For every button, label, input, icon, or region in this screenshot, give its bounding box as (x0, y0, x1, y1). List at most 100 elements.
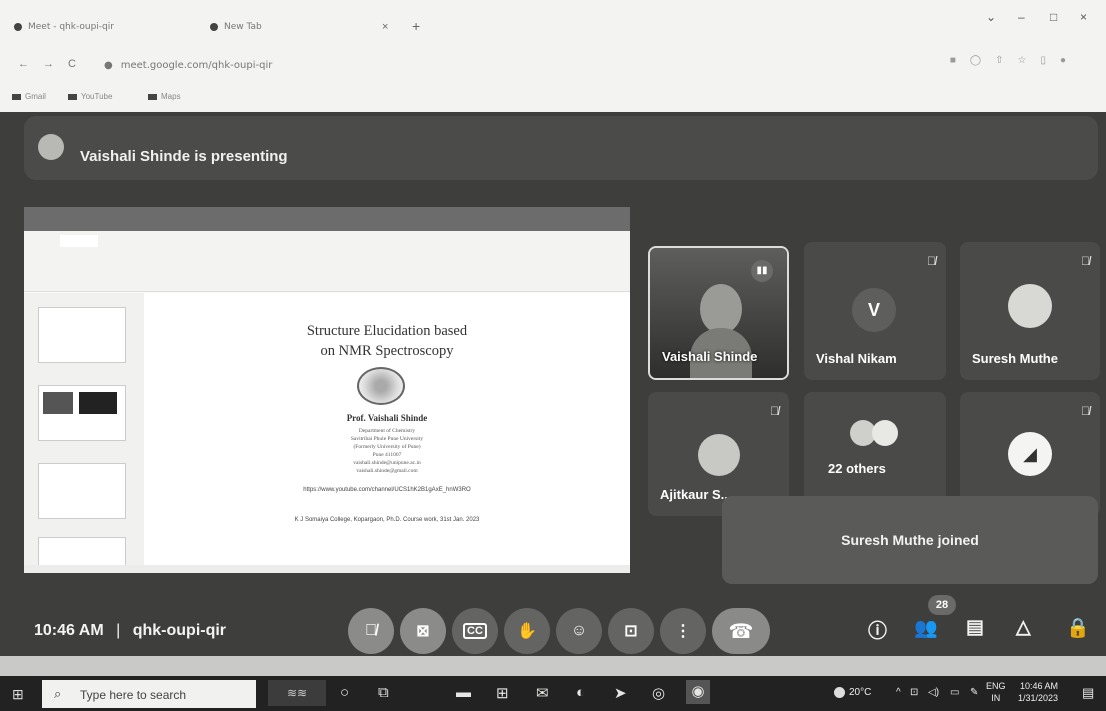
chrome-favicon-icon (210, 22, 218, 31)
cortana-icon[interactable]: ○ (340, 684, 349, 701)
meeting-code: qhk-oupi-qir (132, 622, 227, 639)
captions-icon: CC (463, 623, 487, 639)
camera-app-icon[interactable]: ◎ (652, 684, 665, 702)
taskbar-clock[interactable]: 10:46 AM 1/31/2023 (1018, 680, 1058, 704)
sidepanel-icon[interactable]: ▯ (1040, 55, 1060, 66)
present-button[interactable]: ⊡ (608, 608, 654, 654)
taskbar-date: 1/31/2023 (1018, 693, 1059, 703)
minimize-button[interactable]: – (1018, 10, 1025, 24)
edge-icon[interactable]: ◐ (576, 684, 585, 701)
mic-off-icon: 🎙̸ (770, 404, 779, 418)
close-tab-icon[interactable]: × (382, 21, 388, 33)
address-bar[interactable]: ● meet.google.com/qhk-oupi-qir (104, 60, 272, 71)
mic-off-icon: 🎙̸ (927, 254, 936, 268)
captions-button[interactable]: CC (452, 608, 498, 654)
weather-widget[interactable]: 20°C (834, 687, 871, 698)
chat-button[interactable]: ▤ (966, 616, 984, 639)
bookmark-youtube[interactable]: YouTube (68, 92, 112, 101)
weather-temp: 20°C (849, 687, 872, 699)
bookmark-gmail[interactable]: Gmail (12, 92, 46, 101)
participant-avatar: V (852, 288, 896, 332)
search-placeholder: Type here to search (80, 688, 187, 702)
leave-call-button[interactable]: ☎ (712, 608, 770, 654)
mail-icon[interactable]: ✉ (536, 684, 549, 702)
slide-footer: K J Somaiya College, Kopargaon, Ph.D. Co… (294, 517, 480, 523)
slide-presenter-name: Prof. Vaishali Shinde (346, 413, 428, 423)
share-icon[interactable]: ⇧ (995, 55, 1017, 66)
zoom-icon[interactable]: ◯ (970, 55, 995, 66)
maximize-button[interactable]: □ (1050, 10, 1057, 24)
tab-meet[interactable]: Meet - qhk-oupi-qir (14, 22, 114, 32)
taskbar-search[interactable]: ⌕ Type here to search (42, 680, 256, 708)
back-icon[interactable]: ← (18, 58, 29, 70)
participant-avatar (698, 434, 740, 476)
participant-tile-vishal[interactable]: 🎙̸ V Vishal Nikam (804, 242, 946, 380)
windows-start-icon[interactable]: ⊞ (12, 687, 25, 701)
close-window-button[interactable]: × (1080, 10, 1087, 24)
participant-count-badge: 28 (928, 595, 956, 615)
participant-name: Vishal Nikam (816, 351, 897, 366)
chat-icon: ▤ (966, 617, 984, 638)
camera-icon[interactable]: ■ (950, 55, 970, 66)
volume-icon[interactable]: ◁) (928, 687, 939, 698)
task-view-icon[interactable]: ⧉ (378, 684, 389, 701)
notifications-icon[interactable]: ▤ (1082, 685, 1094, 701)
tray-chevron-icon[interactable]: ^ (896, 687, 901, 698)
pen-icon[interactable]: ✎ (970, 687, 978, 698)
battery-icon[interactable]: ▭ (950, 687, 959, 698)
mic-off-icon: 🎙̸ (365, 622, 377, 639)
mic-off-icon: 🎙̸ (1081, 404, 1090, 418)
slide-thumbnail (38, 463, 126, 519)
separator: | (116, 622, 121, 639)
participant-avatar (872, 420, 898, 446)
language-indicator[interactable]: ENG IN (986, 680, 1006, 704)
file-explorer-icon[interactable]: ▬ (456, 684, 471, 701)
store-icon[interactable]: ⊞ (496, 684, 509, 702)
new-tab-button[interactable]: + (412, 18, 420, 34)
present-icon: ⊡ (624, 623, 638, 640)
activities-button[interactable]: △ (1016, 616, 1031, 639)
search-highlight-image[interactable]: ≋≋ (268, 680, 326, 706)
bookmark-label: Gmail (25, 92, 46, 101)
more-options-button[interactable]: ⋮ (660, 608, 706, 654)
meeting-info: 10:46 AM | qhk-oupi-qir (34, 622, 226, 640)
camera-toggle-button[interactable]: ⊠ (400, 608, 446, 654)
participant-tile-suresh[interactable]: 🎙̸ Suresh Muthe (960, 242, 1100, 380)
tab-search-icon[interactable]: ⌄ (986, 10, 996, 24)
people-button[interactable]: 👥 (914, 616, 938, 640)
more-vert-icon: ⋮ (675, 623, 691, 640)
tab-meet-label: Meet - qhk-oupi-qir (28, 22, 114, 32)
participant-name: 22 others (828, 461, 886, 476)
toolbar-icons: ■◯⇧☆▯● (950, 55, 1080, 66)
host-controls-button[interactable]: 🔒 (1066, 616, 1090, 640)
bookmark-label: Maps (161, 92, 181, 101)
ppt-ribbon (24, 231, 630, 292)
meeting-details-button[interactable]: ⓘ (868, 616, 887, 643)
slide-department: Department of Chemistry Savitribai Phule… (144, 427, 630, 475)
hangup-icon: ☎ (728, 620, 754, 643)
participant-tile-vaishali[interactable]: ▮▮ Vaishali Shinde (648, 246, 789, 380)
dept-line: Savitribai Phule Pune University (350, 436, 424, 442)
tab-new-tab[interactable]: New Tab (210, 22, 262, 32)
url-text: meet.google.com/qhk-oupi-qir (120, 60, 273, 71)
bookmark-label: YouTube (81, 92, 113, 101)
bookmark-maps[interactable]: Maps (148, 92, 181, 101)
forward-icon[interactable]: → (43, 58, 54, 70)
meeting-clock: 10:46 AM (34, 622, 104, 639)
presenting-text: Vaishali Shinde is presenting (80, 148, 288, 165)
profile-icon[interactable]: ● (1060, 55, 1080, 66)
chrome-app-icon[interactable]: ◉ (686, 680, 710, 704)
join-notification: Suresh Muthe joined (722, 496, 1098, 584)
network-icon[interactable]: ⊡ (910, 687, 918, 698)
raise-hand-button[interactable]: ✋ (504, 608, 550, 654)
reload-icon[interactable]: C (68, 58, 76, 70)
presenter-avatar (38, 134, 64, 160)
presented-screen[interactable]: Structure Elucidation based on NMR Spect… (24, 207, 630, 573)
app-icon[interactable]: ➤ (614, 684, 627, 702)
dept-line: Pune 411007 (372, 452, 402, 458)
reactions-button[interactable]: ☺ (556, 608, 602, 654)
star-icon[interactable]: ☆ (1017, 55, 1040, 66)
mic-toggle-button[interactable]: 🎙̸ (348, 608, 394, 654)
hand-icon: ✋ (517, 623, 537, 640)
meet-favicon-icon (14, 22, 22, 31)
